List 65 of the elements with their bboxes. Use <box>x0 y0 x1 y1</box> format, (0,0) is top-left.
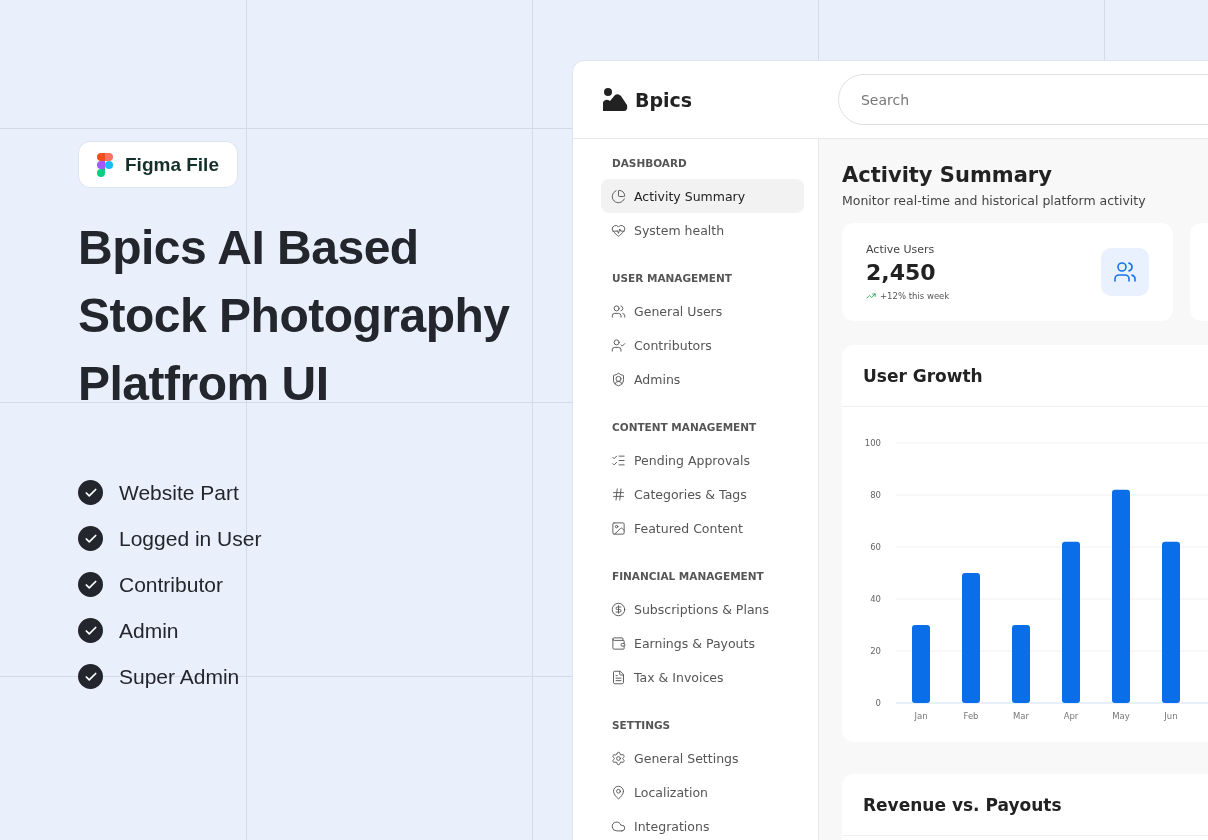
sidebar-item[interactable]: Admins <box>601 362 804 396</box>
axis-label: 60 <box>870 542 881 552</box>
search-field[interactable]: Search <box>838 74 1208 125</box>
user-icon <box>611 337 626 353</box>
sidebar-item[interactable]: Integrations <box>601 809 804 840</box>
promo-title: Bpics AI Based Stock Photography Platfrom UI <box>78 220 511 412</box>
feature-label: Website Part <box>119 480 239 505</box>
pie-chart-icon <box>611 188 626 204</box>
dollar-icon <box>611 601 626 617</box>
sidebar-item[interactable]: Activity Summary <box>601 179 804 213</box>
card-title: Revenue vs. Payouts <box>863 794 1062 815</box>
users-icon <box>1101 248 1149 296</box>
brand-name: Bpics <box>635 88 693 111</box>
axis-label: 40 <box>870 594 881 604</box>
heart-icon <box>611 222 626 238</box>
sidebar-item[interactable]: Featured Content <box>601 511 804 545</box>
sidebar-item[interactable]: Categories & Tags <box>601 477 804 511</box>
list-icon <box>611 452 626 468</box>
feature-label: Super Admin <box>119 664 240 689</box>
feature-label: Contributor <box>119 572 223 597</box>
axis-label: Feb <box>963 711 979 721</box>
stat-label: Active Users <box>866 243 936 256</box>
axis-label: Jan <box>914 711 928 721</box>
section-heading: DASHBOARD <box>611 156 688 171</box>
sidebar-item[interactable]: Earnings & Payouts <box>601 626 804 660</box>
axis-label: 80 <box>870 490 881 500</box>
figma-logo-icon <box>97 152 113 177</box>
sidebar-item[interactable]: Localization <box>601 775 804 809</box>
sidebar-item[interactable]: General Settings <box>601 741 804 775</box>
axis-label: Mar <box>1013 711 1029 721</box>
sidebar-item[interactable]: Contributors <box>601 328 804 362</box>
sidebar-item[interactable]: Subscriptions & Plans <box>601 592 804 626</box>
hash-icon <box>611 486 626 502</box>
sidebar-item[interactable]: General Users <box>601 294 804 328</box>
gear-icon <box>611 750 626 766</box>
section-heading: SETTINGS <box>611 718 672 733</box>
axis-label: 20 <box>870 646 881 656</box>
sidebar-item[interactable]: Pending Approvals <box>601 443 804 477</box>
feature-label: Logged in User <box>119 526 262 551</box>
axis-label: Apr <box>1063 711 1079 721</box>
page-subtitle: Monitor real-time and historical platform activity <box>842 193 1147 208</box>
page-title: Activity Summary <box>842 163 1053 187</box>
axis-label: 0 <box>875 698 881 708</box>
logo-icon <box>602 86 628 113</box>
axis-label: May <box>1112 711 1130 721</box>
sidebar-item[interactable]: System health <box>601 213 804 247</box>
stat-value: 2,450 <box>866 260 937 285</box>
trend-text: +12% this week <box>880 291 950 301</box>
section-heading: CONTENT MANAGEMENT <box>611 420 758 435</box>
cloud-icon <box>611 818 626 834</box>
figma-file-badge: Figma File <box>78 141 238 188</box>
sidebar-item[interactable]: Tax & Invoices <box>601 660 804 694</box>
location-pin-icon <box>611 784 626 800</box>
section-heading: USER MANAGEMENT <box>611 271 733 286</box>
wallet-icon <box>611 635 626 651</box>
image-icon <box>611 520 626 536</box>
card-title: User Growth <box>863 365 983 386</box>
axis-label: 100 <box>864 438 881 448</box>
feature-label: Admin <box>119 618 179 643</box>
axis-label: Jun <box>1164 711 1178 721</box>
trend-up-icon <box>866 291 876 301</box>
users-icon <box>611 303 626 319</box>
document-icon <box>611 669 626 685</box>
shield-icon <box>611 371 626 387</box>
section-heading: FINANCIAL MANAGEMENT <box>611 569 765 584</box>
